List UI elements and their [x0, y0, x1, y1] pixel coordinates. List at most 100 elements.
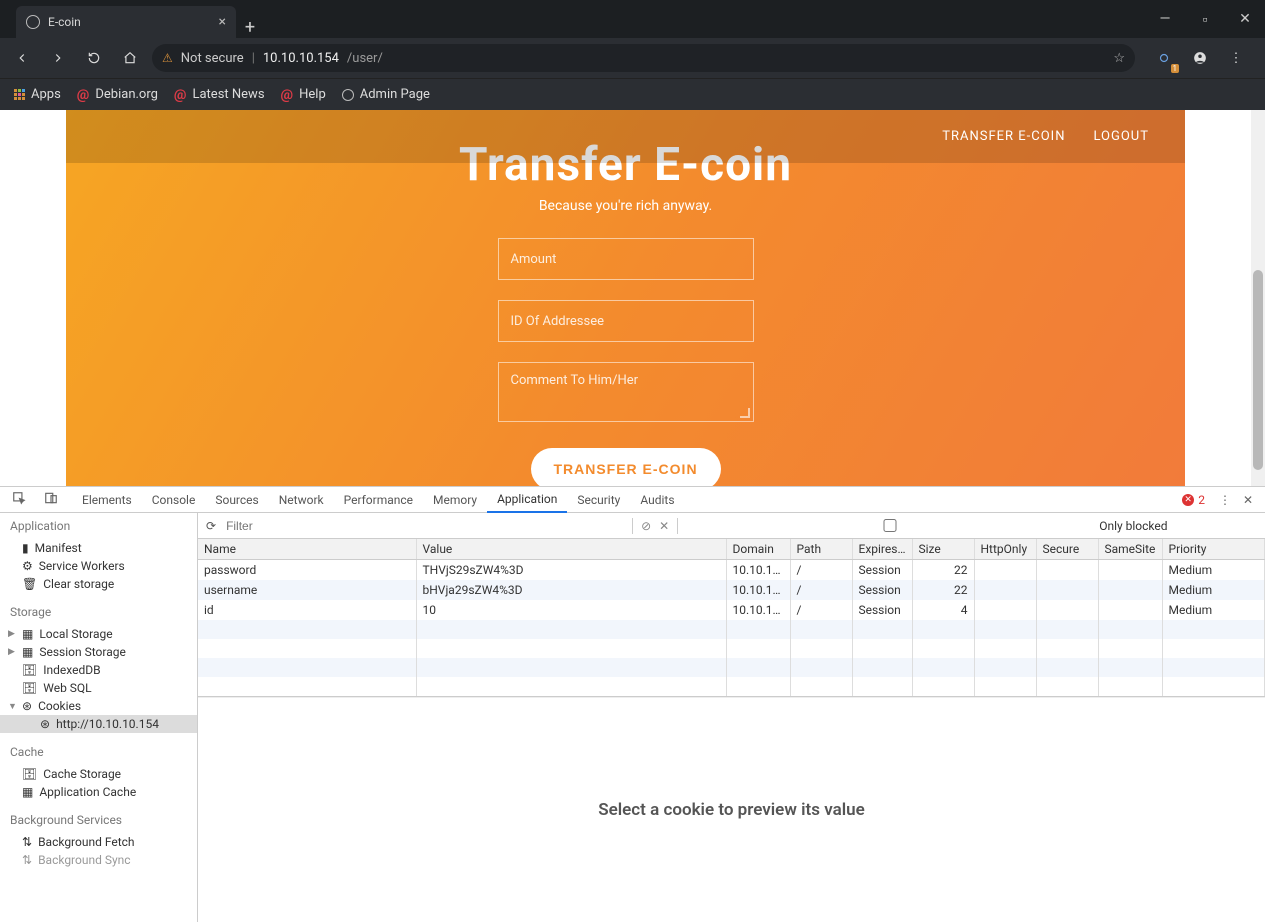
- back-button[interactable]: [8, 44, 36, 72]
- site-nav: TRANSFER E-COIN LOGOUT: [66, 110, 1185, 163]
- extension-icon[interactable]: 1: [1151, 45, 1177, 71]
- devtools-close-icon[interactable]: ✕: [1237, 493, 1259, 507]
- extension-badge: 1: [1171, 64, 1180, 73]
- devtools-menu-icon[interactable]: ⋮: [1213, 493, 1237, 507]
- sidebar-item-application-cache[interactable]: ▦Application Cache: [0, 783, 197, 801]
- window-close-icon[interactable]: ✕: [1225, 0, 1265, 38]
- minimize-icon[interactable]: —: [1145, 0, 1185, 38]
- transfer-form: Amount ID Of Addressee Comment To Him/He…: [498, 238, 754, 486]
- inspect-icon[interactable]: [6, 491, 32, 508]
- section-application: Application: [0, 513, 197, 539]
- sync-icon: ⇅: [22, 853, 32, 867]
- gear-icon: ⚙: [22, 559, 33, 573]
- cookie-preview: Select a cookie to preview its value: [198, 697, 1265, 922]
- bookmark-apps[interactable]: Apps: [14, 87, 61, 102]
- page-body: TRANSFER E-COIN LOGOUT Transfer E-coin B…: [66, 110, 1185, 486]
- section-bg-services: Background Services: [0, 807, 197, 833]
- amount-field[interactable]: Amount: [498, 238, 754, 280]
- tab-elements[interactable]: Elements: [72, 487, 142, 513]
- security-label: Not secure: [181, 51, 244, 66]
- url-bar: ⚠ Not secure | 10.10.10.154/user/ ☆ 1 ⋮: [0, 38, 1265, 78]
- hero-subtitle: Because you're rich anyway.: [66, 198, 1185, 214]
- bookmark-admin[interactable]: Admin Page: [342, 87, 430, 102]
- devtools-panel: Elements Console Sources Network Perform…: [0, 486, 1265, 922]
- tab-console[interactable]: Console: [142, 487, 206, 513]
- storage-icon: ▦: [22, 645, 33, 659]
- page-scrollbar[interactable]: [1251, 110, 1265, 486]
- bookmark-news[interactable]: @Latest News: [174, 87, 265, 103]
- tab-security[interactable]: Security: [567, 487, 630, 513]
- home-button[interactable]: [116, 44, 144, 72]
- reload-button[interactable]: [80, 44, 108, 72]
- bookmark-star-icon[interactable]: ☆: [1113, 51, 1125, 66]
- cookie-panel: ⟳ ⊘ ✕ Only blocked Name: [198, 513, 1265, 922]
- tab-network[interactable]: Network: [269, 487, 334, 513]
- delete-icon[interactable]: ✕: [659, 519, 669, 533]
- cookie-table[interactable]: Name Value Domain Path Expires… Size Htt…: [198, 539, 1265, 697]
- tab-title: E-coin: [48, 15, 81, 29]
- cookie-icon: ⊛: [22, 699, 32, 713]
- sidebar-item-clear-storage[interactable]: 🗑Clear storage: [0, 575, 197, 593]
- kebab-menu-icon[interactable]: ⋮: [1223, 45, 1249, 71]
- database-icon: 🗄: [22, 767, 37, 781]
- page-viewport: TRANSFER E-COIN LOGOUT Transfer E-coin B…: [0, 110, 1265, 486]
- sidebar-item-cache-storage[interactable]: 🗄Cache Storage: [0, 765, 197, 783]
- sidebar-item-local-storage[interactable]: ▶▦Local Storage: [0, 625, 197, 643]
- forward-button[interactable]: [44, 44, 72, 72]
- clear-icon[interactable]: ⊘: [641, 519, 651, 533]
- application-sidebar[interactable]: Application ▮Manifest ⚙Service Workers 🗑…: [0, 513, 198, 922]
- globe-icon: [342, 89, 354, 101]
- nav-transfer[interactable]: TRANSFER E-COIN: [942, 129, 1065, 144]
- tab-memory[interactable]: Memory: [423, 487, 487, 513]
- table-row[interactable]: id1010.10.1…/Session4Medium: [198, 600, 1265, 620]
- profile-icon[interactable]: [1187, 45, 1213, 71]
- nav-logout[interactable]: LOGOUT: [1093, 129, 1149, 144]
- tab-sources[interactable]: Sources: [205, 487, 268, 513]
- debian-icon: @: [174, 87, 187, 103]
- browser-tab[interactable]: E-coin ×: [16, 6, 236, 38]
- sidebar-item-service-workers[interactable]: ⚙Service Workers: [0, 557, 197, 575]
- sidebar-item-bg-fetch[interactable]: ⇅Background Fetch: [0, 833, 197, 851]
- transfer-button[interactable]: TRANSFER E-COIN: [531, 448, 721, 486]
- sidebar-item-manifest[interactable]: ▮Manifest: [0, 539, 197, 557]
- sidebar-item-session-storage[interactable]: ▶▦Session Storage: [0, 643, 197, 661]
- tab-performance[interactable]: Performance: [334, 487, 423, 513]
- only-blocked-label: Only blocked: [1099, 519, 1167, 533]
- refresh-icon[interactable]: ⟳: [206, 519, 216, 533]
- table-row[interactable]: usernamebHVja29sZW4%3D10.10.1…/Session22…: [198, 580, 1265, 600]
- sidebar-item-bg-sync[interactable]: ⇅Background Sync: [0, 851, 197, 869]
- new-tab-button[interactable]: +: [236, 17, 264, 38]
- bookmarks-bar: Apps @Debian.org @Latest News @Help Admi…: [0, 78, 1265, 110]
- sidebar-item-cookies[interactable]: ▼⊛Cookies: [0, 697, 197, 715]
- bookmark-help[interactable]: @Help: [281, 87, 326, 103]
- table-row[interactable]: passwordTHVjS29sZW4%3D10.10.1…/Session22…: [198, 560, 1265, 581]
- section-storage: Storage: [0, 599, 197, 625]
- trash-icon: 🗑: [22, 577, 37, 591]
- not-secure-icon: ⚠: [162, 51, 173, 65]
- section-cache: Cache: [0, 739, 197, 765]
- url-host: 10.10.10.154: [263, 51, 339, 66]
- comment-field[interactable]: Comment To Him/Her: [498, 362, 754, 422]
- sync-icon: ⇅: [22, 835, 32, 849]
- filter-input[interactable]: [224, 518, 624, 534]
- maximize-icon[interactable]: ▫: [1185, 0, 1225, 38]
- addressee-field[interactable]: ID Of Addressee: [498, 300, 754, 342]
- close-tab-icon[interactable]: ×: [219, 14, 226, 30]
- cookie-icon: ⊛: [40, 717, 50, 731]
- storage-icon: ▦: [22, 627, 33, 641]
- sidebar-item-indexeddb[interactable]: 🗄IndexedDB: [0, 661, 197, 679]
- error-count[interactable]: ✕2: [1174, 493, 1213, 507]
- tab-audits[interactable]: Audits: [630, 487, 684, 513]
- debian-icon: @: [77, 87, 90, 103]
- debian-icon: @: [281, 87, 294, 103]
- device-toggle-icon[interactable]: [38, 491, 64, 508]
- tab-application[interactable]: Application: [487, 487, 567, 513]
- address-bar[interactable]: ⚠ Not secure | 10.10.10.154/user/ ☆: [152, 44, 1135, 72]
- bookmark-debian[interactable]: @Debian.org: [77, 87, 158, 103]
- sidebar-item-web-sql[interactable]: 🗄Web SQL: [0, 679, 197, 697]
- cookie-toolbar: ⟳ ⊘ ✕ Only blocked: [198, 513, 1265, 539]
- table-header-row: Name Value Domain Path Expires… Size Htt…: [198, 539, 1265, 560]
- only-blocked-checkbox[interactable]: [690, 519, 1090, 532]
- apps-icon: [14, 89, 25, 100]
- sidebar-item-cookie-origin[interactable]: ⊛http://10.10.10.154: [0, 715, 197, 733]
